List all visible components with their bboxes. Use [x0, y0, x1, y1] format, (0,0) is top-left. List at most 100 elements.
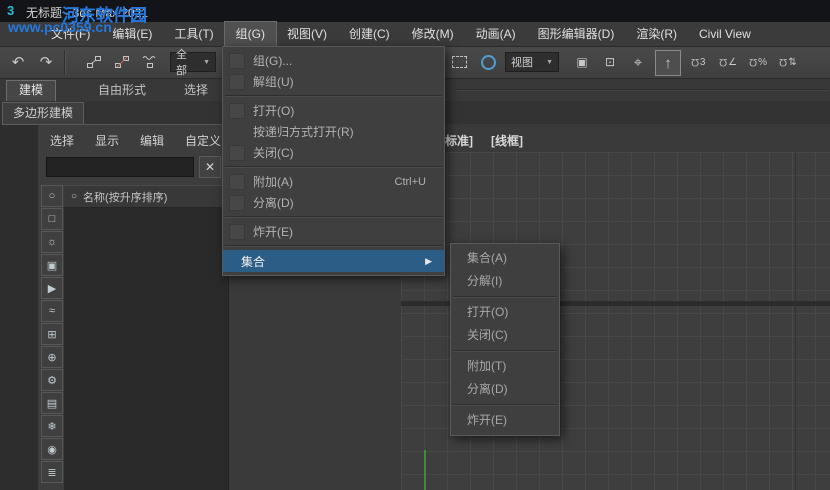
menu-item-close[interactable]: 关闭(C): [223, 142, 444, 163]
menu-item-group[interactable]: 组(G)...: [223, 50, 444, 71]
menu-item-label: 打开(O): [253, 104, 295, 118]
submenu-arrow-icon: ▶: [425, 255, 432, 266]
submenu-item-close[interactable]: 关闭(C): [451, 324, 559, 347]
explorer-tab-select[interactable]: 选择: [50, 132, 74, 149]
submenu-item-disassemble[interactable]: 分解(I): [451, 270, 559, 293]
menu-separator: [453, 404, 557, 406]
spinner-snap-icon[interactable]: Ω ⇅: [776, 50, 800, 74]
geometry-filter-icon[interactable]: □: [41, 208, 63, 230]
group-icon: [229, 52, 245, 69]
menu-animation[interactable]: 动画(A): [465, 22, 527, 46]
ungroup-icon: [229, 73, 245, 90]
menu-item-open[interactable]: 打开(O): [223, 100, 444, 121]
menu-civil-view[interactable]: Civil View: [688, 22, 762, 46]
window-title: 无标题 - 3ds Max 2021: [26, 6, 149, 20]
menu-rendering[interactable]: 渲染(R): [625, 22, 688, 46]
percent-snap-icon[interactable]: Ω%: [746, 50, 770, 74]
open-group-icon: [229, 102, 245, 119]
menu-item-attach[interactable]: 附加(A) Ctrl+U: [223, 171, 444, 192]
snap-toggle-3d-icon[interactable]: Ω3: [686, 50, 710, 74]
menu-item-label: 解组(U): [253, 75, 294, 89]
ribbon-tab-freeform[interactable]: 自由形式: [86, 80, 158, 100]
submenu-item-detach[interactable]: 分离(D): [451, 378, 559, 401]
use-pivot-center-icon[interactable]: ▣: [570, 50, 594, 74]
menu-edit[interactable]: 编辑(E): [101, 22, 163, 46]
space-warps-filter-icon[interactable]: ≈: [41, 300, 63, 322]
menu-item-label: 组(G)...: [253, 54, 293, 68]
explorer-name-column-header[interactable]: ○ 名称(按升序排序): [64, 185, 228, 208]
menu-views[interactable]: 视图(V): [276, 22, 338, 46]
attach-icon: [229, 173, 245, 190]
helpers-filter-icon[interactable]: ⊞: [41, 323, 63, 345]
display-all-icon[interactable]: ○: [41, 185, 63, 207]
detach-icon: [229, 194, 245, 211]
menu-graph-editors[interactable]: 图形编辑器(D): [527, 22, 626, 46]
submenu-item-attach[interactable]: 附加(T): [451, 355, 559, 378]
explode-icon: [229, 223, 245, 240]
title-bar: 3 无标题 - 3ds Max 2021: [0, 0, 830, 22]
menu-group[interactable]: 组(G): [223, 21, 277, 47]
menu-item-label: 按递归方式打开(R): [253, 125, 354, 139]
menu-modifiers[interactable]: 修改(M): [401, 22, 465, 46]
containers-filter-icon[interactable]: ▤: [41, 392, 63, 414]
toolbar-separator: [64, 50, 66, 74]
explorer-tab-display[interactable]: 显示: [95, 132, 119, 149]
submenu-item-open[interactable]: 打开(O): [451, 301, 559, 324]
sort-circle-icon: ○: [71, 191, 78, 202]
menu-item-open-recursively[interactable]: 按递归方式打开(R): [223, 121, 444, 142]
icon-spacer: [229, 124, 245, 140]
keyboard-shortcut-override-icon[interactable]: ↑: [655, 50, 681, 76]
viewport-shading-label-wireframe[interactable]: [线框]: [491, 132, 523, 149]
menu-item-assembly[interactable]: 集合 ▶: [223, 250, 444, 272]
app-icon: 3: [7, 3, 15, 18]
menu-create[interactable]: 创建(C): [338, 22, 401, 46]
menu-separator: [225, 166, 442, 168]
menu-item-explode[interactable]: 炸开(E): [223, 221, 444, 242]
menu-file[interactable]: 文件(F): [40, 22, 101, 46]
clear-search-icon[interactable]: ✕: [199, 156, 221, 178]
menu-item-label: 关闭(C): [253, 146, 294, 160]
explorer-tab-customize[interactable]: 自定义: [185, 132, 221, 149]
redo-icon[interactable]: ↷: [34, 50, 58, 74]
bind-to-space-warp-icon[interactable]: [138, 50, 162, 74]
undo-icon[interactable]: ↶: [6, 50, 30, 74]
explorer-search-input[interactable]: [46, 157, 194, 177]
ribbon-panel-polygon-modeling[interactable]: 多边形建模: [2, 102, 85, 125]
menu-item-shortcut: Ctrl+U: [394, 175, 426, 188]
grid-major-vertical-line: [795, 152, 796, 490]
chevron-down-icon: ▼: [203, 58, 210, 66]
rectangular-selection-region-icon[interactable]: [447, 50, 471, 74]
submenu-item-explode[interactable]: 炸开(E): [451, 409, 559, 432]
window-crossing-toggle-icon[interactable]: [476, 50, 500, 74]
explorer-tab-edit[interactable]: 编辑: [140, 132, 164, 149]
display-filter-strip: ○ □ ☼ ▣ ▶ ≈ ⊞ ⊕ ⚙ ▤ ❄ ◉ ≣: [41, 185, 63, 484]
reference-coordinate-dropdown[interactable]: 视图 ▼: [505, 52, 559, 72]
unlink-selection-icon[interactable]: [110, 50, 134, 74]
select-and-move-icon[interactable]: ⌖: [626, 50, 650, 74]
ribbon-tab-selection[interactable]: 选择: [172, 80, 220, 100]
select-and-manipulate-icon[interactable]: ⊡: [598, 50, 622, 74]
selection-filter-icon[interactable]: ▶: [41, 277, 63, 299]
viewport-shading-label-standard[interactable]: [标准]: [441, 132, 473, 149]
ribbon-tab-modeling[interactable]: 建模: [6, 80, 57, 102]
reference-coordinate-value: 视图: [511, 57, 533, 69]
frozen-filter-icon[interactable]: ❄: [41, 415, 63, 437]
menu-item-detach[interactable]: 分离(D): [223, 192, 444, 213]
menu-item-ungroup[interactable]: 解组(U): [223, 71, 444, 92]
lights-filter-icon[interactable]: ☼: [41, 231, 63, 253]
menu-tools[interactable]: 工具(T): [163, 22, 224, 46]
groups-filter-icon[interactable]: ⊕: [41, 346, 63, 368]
materials-filter-icon[interactable]: ⚙: [41, 369, 63, 391]
ribbon-groove: [455, 89, 827, 91]
angle-snap-icon[interactable]: Ω ∠: [716, 50, 740, 74]
explorer-object-list[interactable]: [64, 208, 228, 490]
menu-item-label: 集合: [241, 254, 266, 269]
submenu-item-assemble[interactable]: 集合(A): [451, 247, 559, 270]
menu-separator: [453, 350, 557, 352]
assembly-submenu: 集合(A) 分解(I) 打开(O) 关闭(C) 附加(T) 分离(D) 炸开(E…: [450, 243, 560, 436]
cameras-filter-icon[interactable]: ▣: [41, 254, 63, 276]
select-and-link-icon[interactable]: [82, 50, 106, 74]
selection-filter-dropdown[interactable]: 全部 ▼: [170, 49, 216, 77]
list-view-icon[interactable]: ≣: [41, 461, 63, 483]
hidden-filter-icon[interactable]: ◉: [41, 438, 63, 460]
